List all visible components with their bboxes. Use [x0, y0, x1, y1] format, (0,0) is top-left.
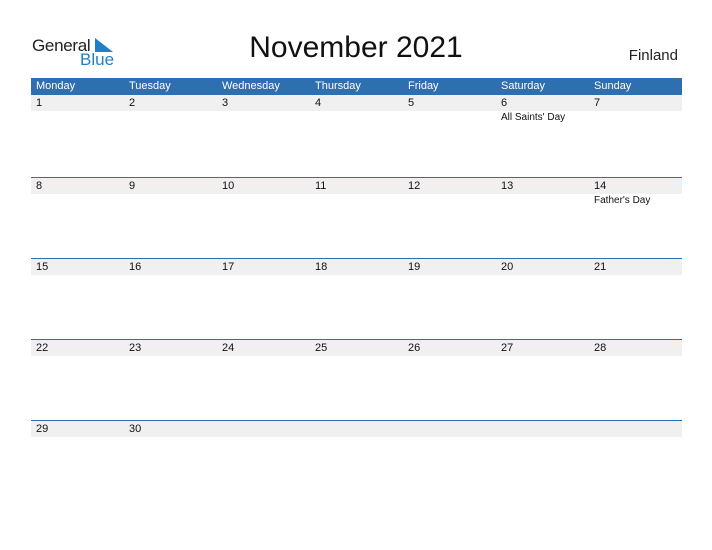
week-row: 1 2 3 4 5 6 7 All Saints' Day — [31, 95, 682, 177]
day-number: 13 — [501, 180, 514, 192]
holiday-row: Father's Day — [31, 194, 682, 208]
holiday-label — [310, 111, 403, 125]
holiday-row: All Saints' Day — [31, 111, 682, 125]
day-number: 1 — [36, 97, 43, 109]
weekday-label: Wednesday — [222, 80, 280, 92]
day-number: 2 — [129, 97, 136, 109]
day-number: 12 — [408, 180, 421, 192]
day-number: 17 — [222, 261, 235, 273]
day-number — [589, 421, 682, 437]
day-number: 16 — [129, 261, 142, 273]
day-number: 24 — [222, 342, 235, 354]
holiday-label — [31, 194, 124, 208]
day-number-row: 22 23 24 25 26 27 28 — [31, 340, 682, 356]
day-number — [496, 421, 589, 437]
day-number: 29 — [36, 423, 49, 435]
day-number — [310, 421, 403, 437]
day-number-row: 8 9 10 11 12 13 14 — [31, 178, 682, 194]
day-number: 6 — [501, 97, 508, 109]
day-number: 4 — [315, 97, 322, 109]
day-number-row: 15 16 17 18 19 20 21 — [31, 259, 682, 275]
holiday-label: Father's Day — [594, 195, 651, 206]
page-title: November 2021 — [249, 31, 463, 64]
week-row: 29 30 — [31, 420, 682, 501]
holiday-label: All Saints' Day — [501, 112, 566, 123]
holiday-label — [310, 194, 403, 208]
day-number: 9 — [129, 180, 136, 192]
weekday-label: Monday — [36, 80, 76, 92]
day-number-row: 29 30 — [31, 421, 682, 437]
day-number: 22 — [36, 342, 49, 354]
day-number-row: 1 2 3 4 5 6 7 — [31, 95, 682, 111]
weekday-label: Thursday — [315, 80, 361, 92]
day-number: 10 — [222, 180, 235, 192]
day-number: 8 — [36, 180, 43, 192]
day-number: 26 — [408, 342, 421, 354]
day-number: 28 — [594, 342, 607, 354]
country-label: Finland — [628, 47, 678, 64]
weekday-label: Tuesday — [129, 80, 171, 92]
day-number: 27 — [501, 342, 514, 354]
day-number — [403, 421, 496, 437]
day-number: 19 — [408, 261, 421, 273]
holiday-label — [217, 111, 310, 125]
holiday-label — [124, 111, 217, 125]
weekday-label: Saturday — [501, 80, 546, 92]
holiday-label — [403, 111, 496, 125]
day-number: 5 — [408, 97, 415, 109]
weekday-label: Sunday — [594, 80, 632, 92]
holiday-label — [403, 194, 496, 208]
day-number: 20 — [501, 261, 514, 273]
day-number: 3 — [222, 97, 229, 109]
holiday-label — [124, 194, 217, 208]
day-number: 7 — [594, 97, 601, 109]
week-row: 8 9 10 11 12 13 14 Father's Day — [31, 177, 682, 258]
day-number — [217, 421, 310, 437]
calendar-grid: Monday Tuesday Wednesday Thursday Friday… — [31, 78, 682, 501]
weekday-label: Friday — [408, 80, 439, 92]
week-row: 15 16 17 18 19 20 21 — [31, 258, 682, 339]
day-number: 18 — [315, 261, 328, 273]
day-number: 14 — [594, 180, 607, 192]
day-number: 25 — [315, 342, 328, 354]
day-number: 11 — [315, 180, 327, 192]
holiday-label — [496, 194, 589, 208]
day-number: 23 — [129, 342, 142, 354]
weekday-header: Monday Tuesday Wednesday Thursday Friday… — [31, 78, 682, 95]
holiday-label — [31, 111, 124, 125]
week-row: 22 23 24 25 26 27 28 — [31, 339, 682, 420]
day-number: 21 — [594, 261, 607, 273]
holiday-label — [217, 194, 310, 208]
holiday-label — [589, 111, 682, 125]
day-number: 30 — [129, 423, 142, 435]
day-number: 15 — [36, 261, 49, 273]
